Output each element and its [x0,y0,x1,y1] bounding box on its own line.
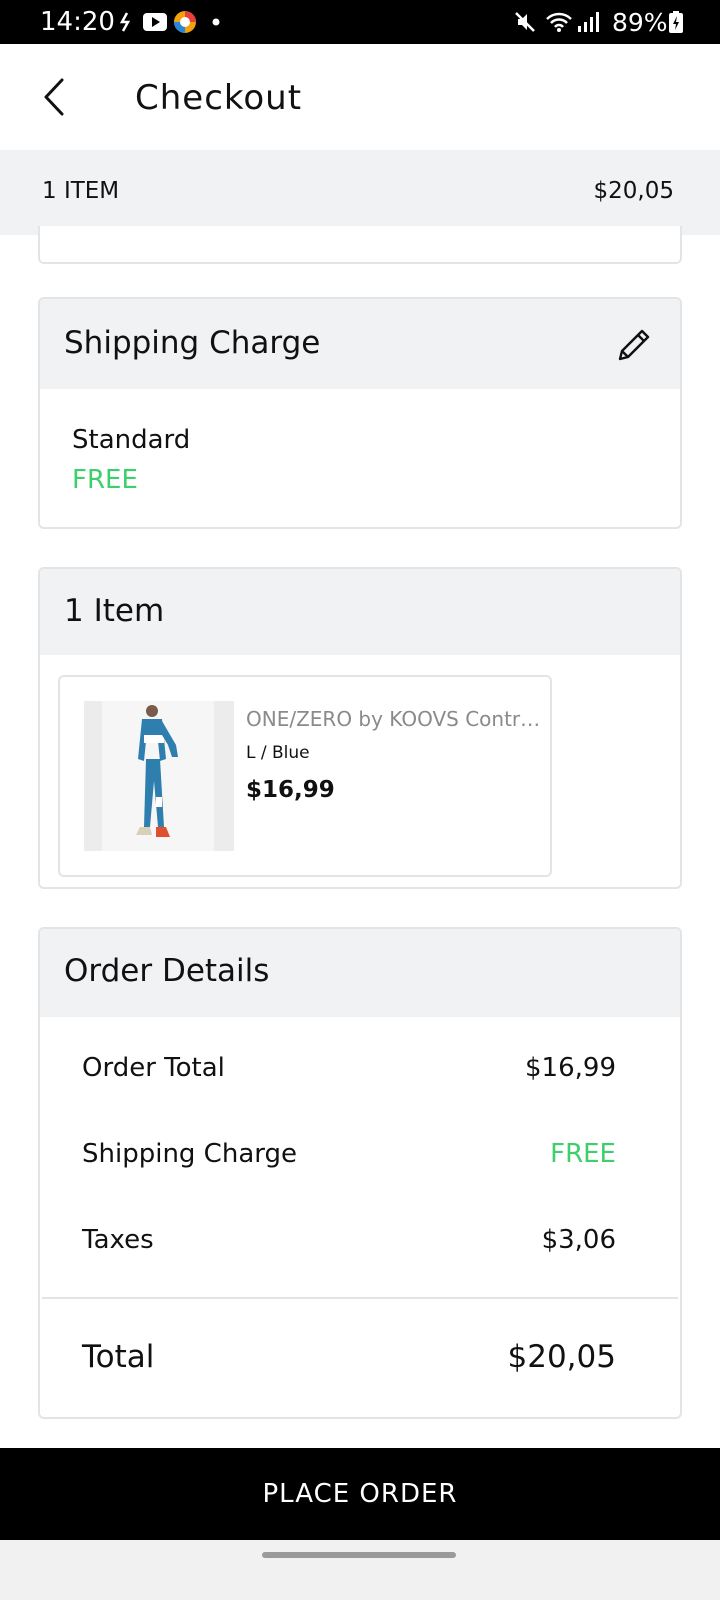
order-total-label: Order Total [82,1053,225,1083]
product-image [84,701,234,851]
signal-icon [576,10,600,34]
grand-total-row: Total $20,05 [82,1339,616,1383]
order-details-title: Order Details [64,953,270,989]
home-indicator[interactable] [262,1552,456,1558]
previous-card [38,226,682,264]
dot-icon [210,10,222,34]
edit-shipping-button[interactable] [614,325,654,365]
app-icon [172,10,198,34]
app-bar: Checkout [0,44,720,150]
shipping-card: Shipping Charge Standard FREE [38,297,682,529]
status-time: 14:20 [40,7,115,37]
shipping-method: Standard [72,425,191,455]
battery-charging-icon [668,10,684,34]
order-total-row: Order Total $16,99 [82,1053,616,1093]
divider [42,1297,678,1299]
battery-percent: 89% [612,8,668,37]
summary-total: $20,05 [593,178,674,204]
page-title: Checkout [135,78,303,118]
youtube-icon [142,10,168,34]
missed-call-icon [116,10,134,34]
shipping-charge-label: Shipping Charge [82,1139,297,1169]
shipping-charge-value: FREE [550,1139,616,1169]
status-bar: 14:20 89% [0,0,720,44]
taxes-label: Taxes [82,1225,154,1255]
shipping-card-header: Shipping Charge [40,299,680,389]
order-details-card: Order Details Order Total $16,99 Shippin… [38,927,682,1419]
items-card: 1 Item ONE/ZERO by KOOVS Contra... L / B… [38,567,682,889]
back-button[interactable] [28,70,82,124]
items-title: 1 Item [64,593,165,629]
summary-item-count: 1 ITEM [42,178,120,204]
product-card[interactable]: ONE/ZERO by KOOVS Contra... L / Blue $16… [58,675,552,877]
product-variant: L / Blue [246,743,310,763]
place-order-button[interactable]: PLACE ORDER [0,1448,720,1540]
shipping-title: Shipping Charge [64,325,321,361]
grand-total-value: $20,05 [507,1339,616,1375]
order-total-value: $16,99 [525,1053,616,1083]
mute-icon [512,10,538,34]
shipping-price: FREE [72,465,138,495]
wifi-icon [544,10,574,34]
product-name: ONE/ZERO by KOOVS Contra... [246,707,542,731]
order-summary-strip[interactable]: 1 ITEM $20,05 [0,150,720,235]
items-card-header: 1 Item [40,569,680,655]
shipping-charge-row: Shipping Charge FREE [82,1139,616,1179]
pencil-icon [618,329,650,361]
navigation-bar [0,1540,720,1600]
grand-total-label: Total [82,1339,155,1375]
order-details-header: Order Details [40,929,680,1017]
taxes-value: $3,06 [541,1225,616,1255]
back-arrow-icon [44,78,64,116]
taxes-row: Taxes $3,06 [82,1225,616,1265]
product-price: $16,99 [246,777,335,803]
